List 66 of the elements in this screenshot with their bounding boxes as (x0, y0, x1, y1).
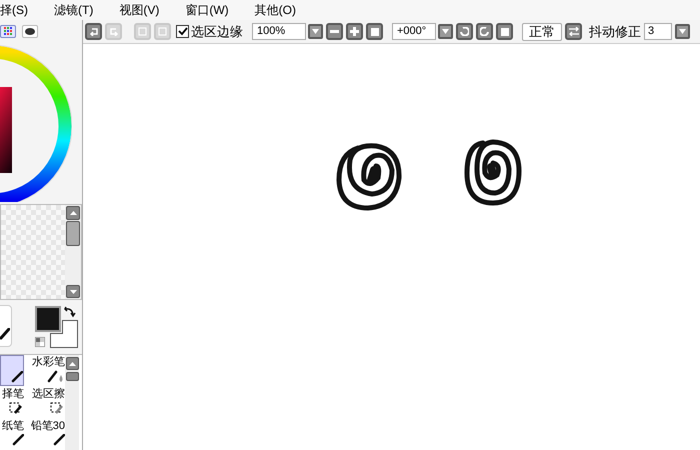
scroll-thumb[interactable] (66, 221, 80, 246)
zoom-in-button[interactable] (346, 23, 363, 40)
menu-item[interactable]: 其他(O) (254, 1, 296, 19)
rotation-reset-button[interactable] (496, 23, 513, 40)
minus-icon (330, 30, 339, 33)
tool-label: 选区擦 (32, 387, 65, 402)
background-color-swatch[interactable] (50, 320, 78, 348)
up-arrow-icon (68, 362, 76, 366)
checkmark-icon (178, 27, 188, 36)
scroll-thumb[interactable] (66, 372, 78, 381)
reset-colors-icon[interactable] (35, 337, 45, 348)
square-icon (500, 28, 508, 36)
undo-button[interactable] (85, 23, 102, 40)
foreground-color-swatch[interactable] (35, 306, 61, 332)
menu-item[interactable]: 滤镜(T) (54, 1, 94, 19)
zoom-field[interactable]: 100% (252, 23, 306, 40)
rotate-right-icon (480, 27, 489, 36)
scroll-up-button[interactable] (66, 206, 80, 220)
scroll-up-button[interactable] (66, 357, 78, 370)
zoom-dropdown-button[interactable] (308, 24, 323, 39)
swap-arrows-icon (568, 27, 578, 36)
caret-icon (312, 29, 319, 34)
panel-tab[interactable] (0, 24, 16, 38)
undo-icon (88, 28, 98, 36)
up-arrow-icon (70, 211, 76, 216)
blend-mode-button[interactable]: 正常 (522, 22, 562, 40)
tool-slot[interactable] (0, 355, 24, 386)
rotation-field[interactable]: +000° (392, 23, 436, 40)
stabilizer-dropdown-button[interactable] (675, 24, 690, 39)
swap-arrow-icon[interactable] (64, 306, 76, 318)
square-icon (138, 27, 147, 36)
color-grid-icon (4, 26, 12, 36)
menu-item[interactable]: 视图(V) (119, 1, 160, 19)
scroll-down-button[interactable] (66, 284, 80, 298)
flip-button[interactable] (565, 23, 582, 40)
brush-drop-icon (48, 370, 62, 382)
brush-icon (11, 371, 23, 383)
zoom-reset-button[interactable] (366, 23, 383, 40)
down-arrow-icon (70, 290, 76, 294)
brush-icon (12, 434, 24, 446)
rotate-right-button[interactable] (476, 23, 493, 40)
rotation-dropdown-button[interactable] (438, 24, 453, 39)
caret-icon (442, 29, 449, 34)
rotate-left-button[interactable] (456, 23, 473, 40)
stabilizer-label: 抖动修正 (589, 22, 641, 41)
selection-eraser-icon (10, 402, 22, 414)
zoom-out-button[interactable] (326, 23, 343, 40)
tool-label: 铅笔30 (30, 419, 65, 434)
blob-icon (25, 28, 35, 35)
square-icon (370, 28, 378, 36)
tool-label: 纸笔 (2, 419, 24, 434)
panel-tab[interactable] (22, 24, 38, 38)
brush-icon (53, 434, 65, 446)
plus-icon (350, 27, 359, 36)
tool-label: 择笔 (2, 387, 24, 402)
square-icon (158, 27, 167, 36)
menu-item[interactable]: 择(S) (0, 1, 28, 19)
rotate-left-icon (460, 27, 469, 36)
edge-checkbox[interactable]: 选区边缘 (176, 22, 243, 42)
menu-item[interactable]: 窗口(W) (185, 1, 229, 19)
redo-icon (108, 28, 118, 36)
stabilizer-field[interactable]: 3 (644, 23, 672, 40)
eyedropper-icon (0, 328, 10, 340)
selection-eraser-icon (50, 402, 63, 414)
caret-icon (679, 29, 686, 34)
tool-label: 水彩笔 (32, 355, 65, 370)
